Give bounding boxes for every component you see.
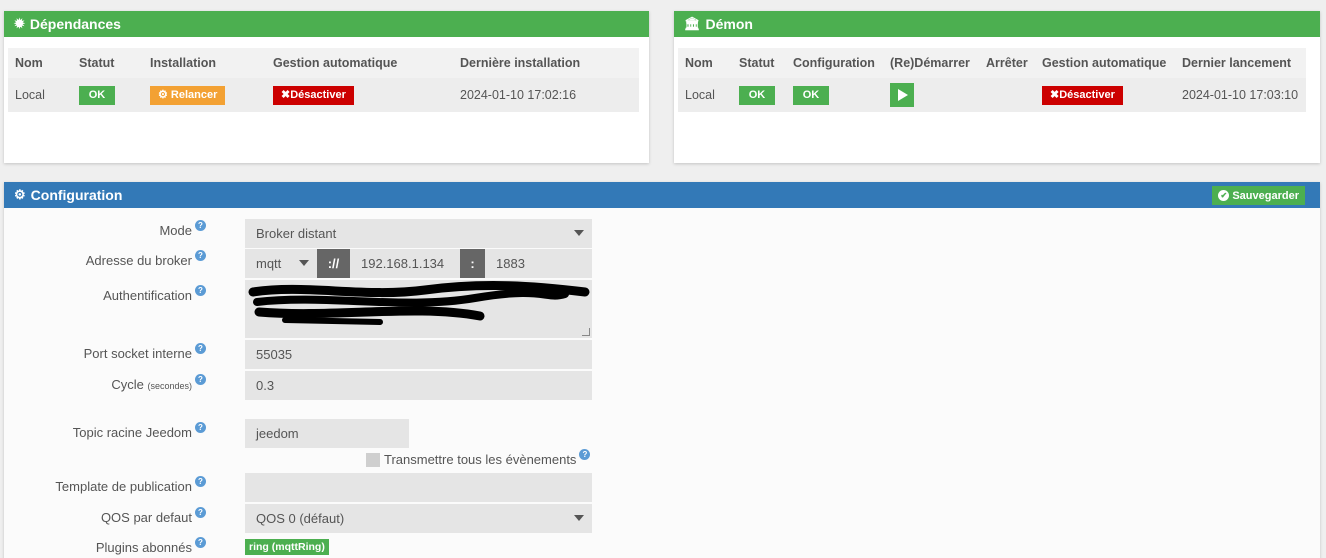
cycle-input[interactable]: 0.3: [245, 371, 592, 400]
configuration-header: ⚙ Configuration ✔ Sauvegarder: [4, 182, 1320, 208]
template-label: Template de publication: [55, 479, 192, 494]
close-icon: ✖: [281, 88, 291, 101]
chevron-down-icon: [299, 260, 309, 266]
stop-cell: [979, 78, 1035, 112]
relancer-button[interactable]: ⚙ Relancer: [150, 85, 226, 105]
dep-status-badge: OK: [79, 85, 115, 105]
col-gestion-auto: Gestion automatique: [1035, 48, 1175, 78]
cycle-label: Cycle: [111, 377, 144, 392]
broker-label: Adresse du broker: [85, 253, 192, 268]
help-icon[interactable]: ?: [195, 343, 206, 354]
help-icon[interactable]: ?: [579, 449, 591, 460]
col-gestion-auto: Gestion automatique: [266, 48, 453, 78]
col-configuration: Configuration: [786, 48, 883, 78]
chevron-down-icon: [574, 515, 584, 521]
auth-label: Authentification: [103, 288, 192, 303]
dep-name: Local: [8, 78, 72, 112]
plugin-badge: ring (mqttRing): [245, 539, 329, 555]
mode-select[interactable]: Broker distant: [245, 219, 592, 248]
play-icon: [898, 89, 908, 101]
col-dernier-lancement: Dernier lancement: [1175, 48, 1306, 78]
help-icon[interactable]: ?: [195, 374, 206, 385]
col-arreter: Arrêter: [979, 48, 1035, 78]
daemon-status-badge: OK: [739, 85, 775, 105]
check-circle-icon: ✔: [1218, 190, 1230, 201]
table-row: Local OK ⚙ Relancer ✖Désactiver 2024-01-…: [8, 78, 639, 112]
broker-protocol-select[interactable]: mqtt: [245, 249, 317, 278]
socket-port-input[interactable]: 55035: [245, 340, 592, 369]
topic-label: Topic racine Jeedom: [72, 425, 192, 440]
cycle-unit: (secondes): [147, 381, 192, 391]
transmit-all-label: Transmettre tous les évènements: [384, 452, 577, 467]
col-redemarrer: (Re)Démarrer: [883, 48, 979, 78]
help-icon[interactable]: ?: [195, 476, 206, 487]
restart-button[interactable]: [890, 83, 914, 107]
daemon-config-badge: OK: [793, 85, 829, 105]
broker-port-input[interactable]: 1883: [485, 249, 592, 278]
chevron-down-icon: [574, 230, 584, 236]
transmit-all-checkbox[interactable]: [366, 453, 380, 467]
dependencies-table: Nom Statut Installation Gestion automati…: [8, 48, 639, 112]
col-nom: Nom: [8, 48, 72, 78]
resize-handle[interactable]: [582, 328, 590, 336]
auth-textarea[interactable]: [245, 280, 592, 338]
help-icon[interactable]: ?: [195, 422, 206, 433]
broker-host-input[interactable]: 192.168.1.134: [350, 249, 460, 278]
daemon-last-launch: 2024-01-10 17:03:10: [1175, 78, 1306, 112]
dep-last-install: 2024-01-10 17:02:16: [453, 78, 639, 112]
help-icon[interactable]: ?: [195, 537, 206, 548]
col-derniere-installation: Dernière installation: [453, 48, 639, 78]
plugins-label: Plugins abonnés: [95, 540, 192, 555]
daemon-header: 🏛 Démon: [674, 11, 1320, 37]
dep-disable-auto-button[interactable]: ✖Désactiver: [273, 85, 354, 105]
topic-input[interactable]: jeedom: [245, 419, 409, 448]
qos-select[interactable]: QOS 0 (défaut): [245, 504, 592, 533]
bank-icon: 🏛: [684, 16, 701, 31]
configuration-form: Mode? Broker distant Adresse du broker? …: [4, 208, 1320, 558]
col-statut: Statut: [72, 48, 143, 78]
help-icon[interactable]: ?: [195, 285, 206, 296]
broker-separator-scheme: ://: [317, 249, 350, 278]
bicycle-icon: ⚙: [158, 88, 171, 101]
template-input[interactable]: [245, 473, 592, 502]
help-icon[interactable]: ?: [195, 250, 206, 261]
daemon-panel: 🏛 Démon Nom Statut Configuration (Re)Dém…: [674, 11, 1320, 163]
broker-separator-port: :: [460, 249, 485, 278]
daemon-title: Démon: [705, 16, 753, 32]
table-row: Local OK OK ✖Désactiver 2024-01-10 17:03…: [678, 78, 1306, 112]
help-icon[interactable]: ?: [195, 220, 206, 231]
configuration-panel: ⚙ Configuration ✔ Sauvegarder Mode? Brok…: [4, 182, 1320, 558]
dependencies-title: Dépendances: [29, 16, 121, 32]
close-icon: ✖: [1050, 88, 1060, 101]
daemon-table: Nom Statut Configuration (Re)Démarrer Ar…: [678, 48, 1306, 112]
cogs-icon: ⚙: [14, 187, 26, 202]
qos-label: QOS par defaut: [100, 510, 192, 525]
col-nom: Nom: [678, 48, 732, 78]
daemon-name: Local: [678, 78, 732, 112]
help-icon[interactable]: ?: [195, 507, 206, 518]
daemon-disable-auto-button[interactable]: ✖Désactiver: [1042, 85, 1123, 105]
col-statut: Statut: [732, 48, 786, 78]
mode-label: Mode: [159, 223, 192, 238]
col-installation: Installation: [143, 48, 266, 78]
dependencies-panel: ✹ Dépendances Nom Statut Installation Ge…: [4, 11, 649, 163]
dependencies-header: ✹ Dépendances: [4, 11, 649, 37]
save-button[interactable]: ✔ Sauvegarder: [1212, 186, 1305, 205]
socket-label: Port socket interne: [83, 346, 192, 361]
redaction-scribble: [248, 281, 590, 325]
gear-icon: ✹: [14, 16, 25, 31]
configuration-title: Configuration: [30, 187, 123, 203]
